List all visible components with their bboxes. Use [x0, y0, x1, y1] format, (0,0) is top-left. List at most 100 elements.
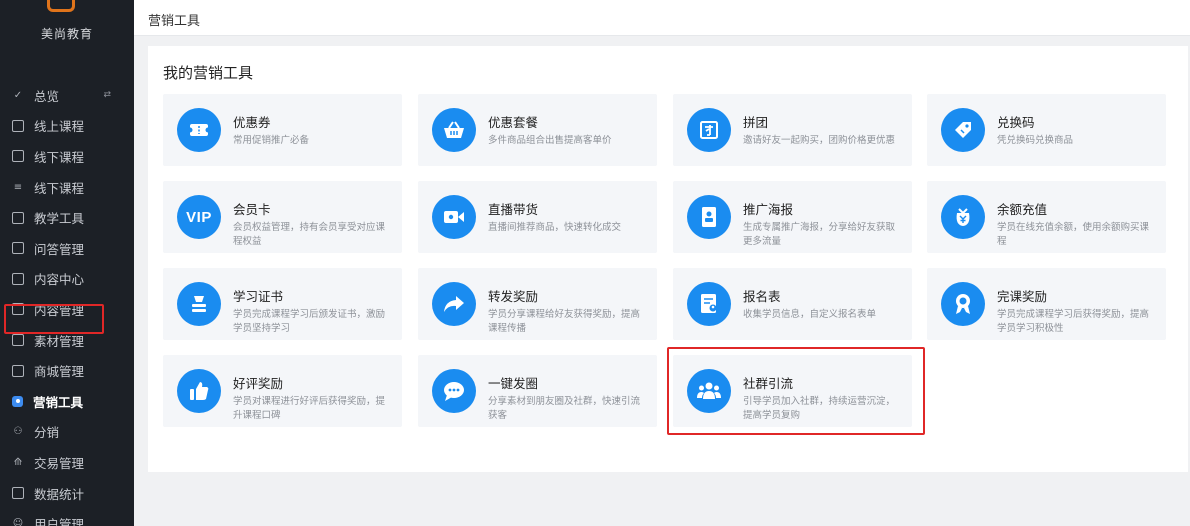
tool-description: 直播间推荐商品，快速转化成交 — [488, 222, 622, 233]
sidebar-item-overview[interactable]: ✓ 总览 ⇄ — [0, 80, 134, 111]
coupon-icon — [177, 108, 221, 152]
tool-card-live-selling[interactable]: 直播带货 直播间推荐商品，快速转化成交 — [418, 181, 657, 253]
tool-title: 完课奖励 — [997, 289, 1048, 304]
tool-title: 学习证书 — [233, 289, 284, 304]
tool-description: 学员完成课程学习后颁发证书，激励学员坚持学习 — [233, 309, 386, 334]
sidebar-item-label: 营销工具 — [33, 394, 84, 410]
medal-icon — [941, 282, 985, 326]
sidebar-item-courses-2[interactable]: 线下课程 — [0, 141, 134, 172]
sidebar-nav: ✓ 总览 ⇄ 线上课程 线下课程 ≡ 线下课程 教学工具 问答管理 内容中心 内… — [0, 80, 134, 526]
sidebar-item-marketing-tools[interactable]: 营销工具 — [0, 386, 134, 417]
sidebar-item-label: 问答管理 — [34, 241, 85, 257]
tool-title: 优惠券 — [233, 115, 271, 130]
sidebar-item-label: 线下课程 — [34, 180, 85, 196]
sidebar-item-label: 总览 — [34, 88, 60, 104]
sidebar-item-label: 内容中心 — [34, 272, 85, 288]
toolbox-icon — [12, 211, 24, 224]
brand-logo[interactable]: 美尚教育 — [0, 0, 134, 60]
thumbs-up-icon — [177, 369, 221, 413]
sidebar-item-offline-courses[interactable]: ≡ 线下课程 — [0, 172, 134, 203]
tool-title: 优惠套餐 — [488, 115, 539, 130]
tool-title: 好评奖励 — [233, 376, 284, 391]
tool-description: 凭兑换码兑换商品 — [997, 135, 1074, 146]
tool-description: 多件商品组合出售提高客单价 — [488, 135, 612, 146]
tool-description: 收集学员信息，自定义报名表单 — [743, 309, 877, 320]
tool-title: 兑换码 — [997, 115, 1035, 130]
sidebar-item-online-courses[interactable]: 线上课程 — [0, 111, 134, 142]
tool-card-certificate[interactable]: 学习证书 学员完成课程学习后颁发证书，激励学员坚持学习 — [163, 268, 402, 340]
sidebar-item-label: 线下课程 — [34, 149, 85, 165]
document-icon — [12, 272, 24, 285]
tool-title: 转发奖励 — [488, 289, 539, 304]
tool-title: 一键发圈 — [488, 376, 539, 391]
tool-card-completion-reward[interactable]: 完课奖励 学员完成课程学习后获得奖励，提高学员学习积极性 — [927, 268, 1166, 340]
image-icon — [12, 334, 24, 347]
tag-icon — [941, 108, 985, 152]
tool-card-share-reward[interactable]: 转发奖励 学员分享课程给好友获得奖励，提高课程传播 — [418, 268, 657, 340]
video-camera-icon — [432, 195, 476, 239]
tool-description: 学员对课程进行好评后获得奖励，提升课程口碑 — [233, 396, 386, 421]
user-icon: ☺ — [12, 518, 24, 526]
tool-card-one-click-share[interactable]: 一键发圈 分享素材到朋友圈及社群，快速引流获客 — [418, 355, 657, 427]
tool-description: 常用促销推广必备 — [233, 135, 310, 146]
sidebar-item-qa[interactable]: 问答管理 — [0, 233, 134, 264]
active-item-highlight — [4, 304, 104, 334]
book-icon — [12, 119, 24, 132]
sidebar-item-teaching-tools[interactable]: 教学工具 — [0, 202, 134, 233]
tool-card-registration-form[interactable]: 报名表 收集学员信息，自定义报名表单 — [673, 268, 912, 340]
tool-title: 直播带货 — [488, 202, 539, 217]
sidebar-item-mall[interactable]: 商城管理 — [0, 355, 134, 386]
tool-description: 邀请好友一起购买，团购价格更优惠 — [743, 135, 896, 146]
sidebar-item-label: 教学工具 — [34, 211, 85, 227]
sidebar-item-distribution[interactable]: ⚇ 分销 — [0, 417, 134, 448]
chat-bubble-icon — [432, 369, 476, 413]
share-icon — [432, 282, 476, 326]
poster-icon — [687, 195, 731, 239]
form-icon — [687, 282, 731, 326]
tool-title: 拼团 — [743, 115, 769, 130]
question-icon — [12, 242, 24, 255]
tool-description: 学员完成课程学习后获得奖励，提高学员学习积极性 — [997, 309, 1150, 334]
sidebar: 美尚教育 ✓ 总览 ⇄ 线上课程 线下课程 ≡ 线下课程 教学工具 问答管理 内… — [0, 0, 134, 526]
sidebar-item-label: 数据统计 — [34, 486, 85, 502]
transaction-icon: ⟰ — [13, 456, 23, 468]
sidebar-item-content-center[interactable]: 内容中心 — [0, 264, 134, 295]
logo-mark-icon — [47, 0, 75, 12]
tool-description: 学员在线充值余额，使用余额购买课程 — [997, 222, 1150, 247]
tool-card-review-reward[interactable]: 好评奖励 学员对课程进行好评后获得奖励，提升课程口碑 — [163, 355, 402, 427]
grid-icon: ≡ — [13, 181, 23, 193]
tool-description: 会员权益管理，持有会员享受对应课程权益 — [233, 222, 386, 247]
marketing-icon — [12, 395, 23, 407]
chart-icon — [12, 487, 24, 500]
people-icon: ⚇ — [13, 426, 23, 438]
tool-title: 余额充值 — [997, 202, 1048, 217]
sidebar-item-label: 分销 — [34, 425, 60, 441]
tool-description: 分享素材到朋友圈及社群，快速引流获客 — [488, 396, 641, 421]
highlight-box — [667, 347, 925, 435]
sidebar-item-statistics[interactable]: 数据统计 — [0, 478, 134, 509]
tool-title: 会员卡 — [233, 202, 271, 217]
sidebar-item-label: 用户管理 — [34, 517, 85, 526]
swap-icon[interactable]: ⇄ — [103, 90, 110, 100]
tool-card-coupon[interactable]: 优惠券 常用促销推广必备 — [163, 94, 402, 166]
tool-card-bundle[interactable]: 优惠套餐 多件商品组合出售提高客单价 — [418, 94, 657, 166]
tool-card-poster[interactable]: 推广海报 生成专属推广海报，分享给好友获取更多流量 — [673, 181, 912, 253]
tool-card-balance-topup[interactable]: 余额充值 学员在线充值余额，使用余额购买课程 — [927, 181, 1166, 253]
sidebar-item-transactions[interactable]: ⟰ 交易管理 — [0, 447, 134, 478]
brand-name: 美尚教育 — [40, 27, 93, 41]
tool-description: 生成专属推广海报，分享给好友获取更多流量 — [743, 222, 896, 247]
sidebar-item-label: 商城管理 — [34, 364, 85, 380]
tool-description: 学员分享课程给好友获得奖励，提高课程传播 — [488, 309, 641, 334]
basket-icon — [432, 108, 476, 152]
tool-card-group-buy[interactable]: 拼团 邀请好友一起购买，团购价格更优惠 — [673, 94, 912, 166]
breadcrumb: 营销工具 — [148, 14, 201, 29]
certificate-icon — [177, 282, 221, 326]
top-bar: 营销工具 — [134, 0, 1190, 36]
store-icon — [12, 364, 24, 377]
tool-card-membership[interactable]: VIP 会员卡 会员权益管理，持有会员享受对应课程权益 — [163, 181, 402, 253]
vip-icon: VIP — [177, 195, 221, 239]
tool-card-redeem-code[interactable]: 兑换码 凭兑换码兑换商品 — [927, 94, 1166, 166]
layers-icon — [12, 150, 24, 163]
sidebar-item-label: 交易管理 — [34, 455, 85, 471]
sidebar-item-users[interactable]: ☺ 用户管理 — [0, 508, 134, 526]
